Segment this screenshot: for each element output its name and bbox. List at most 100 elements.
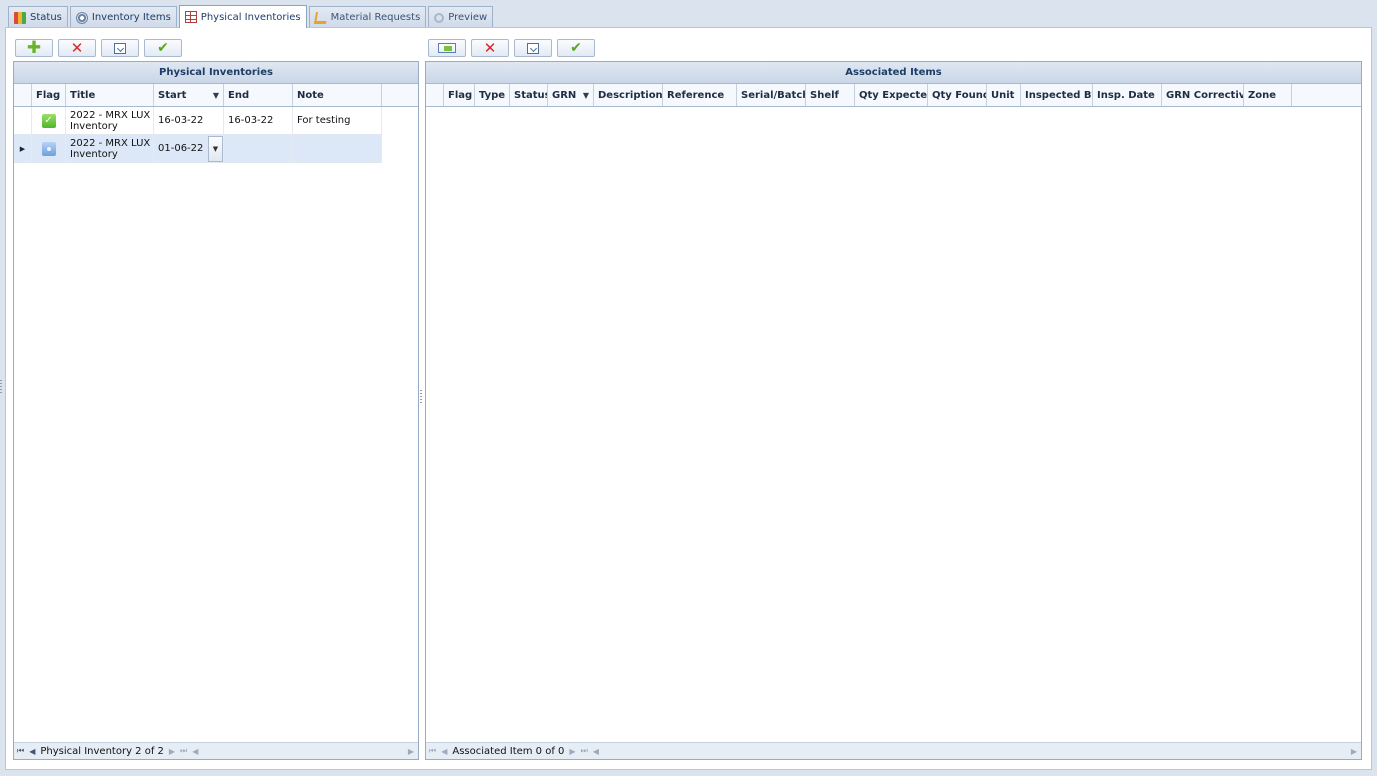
- title-cell[interactable]: 2022 - MRX LUX Inventory: [66, 135, 154, 162]
- navigator-text: Physical Inventory 2 of 2: [40, 745, 164, 757]
- sort-descending-icon: ▼: [582, 90, 589, 100]
- column-header-title[interactable]: Title: [66, 84, 154, 106]
- grid-header: Flag Type Status GRN ▼ Description Refer…: [426, 84, 1361, 107]
- column-header-insp-date[interactable]: Insp. Date: [1093, 84, 1162, 106]
- column-header-serial-batch[interactable]: Serial/Batch: [737, 84, 806, 106]
- next-record-icon[interactable]: ▶: [569, 747, 575, 756]
- grid-caption: Physical Inventories: [14, 62, 418, 84]
- add-button[interactable]: ✚: [15, 39, 53, 57]
- import-icon: [438, 43, 456, 53]
- chevron-down-icon: ▼: [212, 144, 219, 153]
- column-header-shelf[interactable]: Shelf: [806, 84, 855, 106]
- column-header-type[interactable]: Type: [475, 84, 510, 106]
- cart-icon: [313, 11, 328, 24]
- column-header-end[interactable]: End: [224, 84, 293, 106]
- tab-label: Preview: [448, 12, 488, 23]
- column-header-start[interactable]: Start ▼: [154, 84, 224, 106]
- current-row-arrow-icon: ▶: [14, 135, 32, 162]
- column-header-label: GRN: [552, 89, 577, 101]
- sort-descending-icon: ▼: [212, 90, 219, 100]
- check-icon: ✔: [157, 40, 169, 56]
- tab-material-requests[interactable]: Material Requests: [308, 6, 427, 28]
- left-splitter-grip[interactable]: [0, 380, 2, 394]
- tab-label: Status: [30, 12, 62, 23]
- column-header-unit[interactable]: Unit: [987, 84, 1021, 106]
- note-cell[interactable]: For testing: [293, 107, 382, 134]
- row-indicator-header: [426, 84, 444, 106]
- date-dropdown-button[interactable]: ▼: [208, 135, 223, 162]
- blue-flag-icon: [41, 141, 56, 156]
- confirm-button[interactable]: ✔: [557, 39, 595, 57]
- column-header-flag[interactable]: Flag: [444, 84, 475, 106]
- grid-icon: [184, 11, 197, 23]
- save-button[interactable]: [514, 39, 552, 57]
- column-header-flag[interactable]: Flag: [32, 84, 66, 106]
- delete-button[interactable]: ✕: [471, 39, 509, 57]
- scroll-right-icon[interactable]: ▶: [408, 747, 414, 756]
- prev-record-icon[interactable]: ◀: [441, 747, 447, 756]
- delete-button[interactable]: ✕: [58, 39, 96, 57]
- scroll-left-icon[interactable]: ◀: [192, 747, 198, 756]
- row-indicator-header: [14, 84, 32, 106]
- table-row[interactable]: ✓ 2022 - MRX LUX Inventory 16-03-22 16-0…: [14, 107, 382, 135]
- save-icon: [114, 42, 126, 54]
- scroll-left-icon[interactable]: ◀: [593, 747, 599, 756]
- gear-icon: [75, 11, 88, 24]
- prev-record-icon[interactable]: ◀: [29, 747, 35, 756]
- note-cell[interactable]: [293, 135, 382, 162]
- save-icon: [527, 42, 539, 54]
- plus-icon: ✚: [26, 37, 42, 58]
- flag-cell[interactable]: ✓: [32, 107, 66, 134]
- tab-label: Inventory Items: [91, 12, 171, 23]
- next-record-icon[interactable]: ▶: [169, 747, 175, 756]
- column-header-label: Start: [158, 89, 187, 101]
- column-header-reference[interactable]: Reference: [663, 84, 737, 106]
- column-header-status[interactable]: Status: [510, 84, 548, 106]
- start-date-value: 01-06-22: [158, 143, 204, 154]
- tab-bar: Status Inventory Items Physical Inventor…: [8, 5, 495, 28]
- delete-icon: ✕: [70, 38, 84, 57]
- status-icon: [14, 11, 26, 24]
- last-record-icon[interactable]: ⏭: [581, 746, 588, 756]
- tab-label: Material Requests: [330, 12, 421, 23]
- column-header-inspected-by[interactable]: Inspected By: [1021, 84, 1093, 106]
- tab-label: Physical Inventories: [200, 11, 301, 23]
- check-icon: ✔: [570, 40, 582, 56]
- first-record-icon[interactable]: ⏮: [429, 746, 436, 756]
- confirm-button[interactable]: ✔: [144, 39, 182, 57]
- tab-status[interactable]: Status: [8, 6, 68, 28]
- import-button[interactable]: [428, 39, 466, 57]
- save-button[interactable]: [101, 39, 139, 57]
- grid-caption: Associated Items: [426, 62, 1361, 84]
- column-header-note[interactable]: Note: [293, 84, 382, 106]
- first-record-icon[interactable]: ⏮: [17, 746, 24, 756]
- record-navigator: ⏮ ◀ Physical Inventory 2 of 2 ▶ ⏭ ◀ ▶: [14, 742, 418, 759]
- column-header-description[interactable]: Description: [594, 84, 663, 106]
- end-cell[interactable]: 16-03-22: [224, 107, 293, 134]
- start-cell-editor[interactable]: 01-06-22 ▼: [154, 135, 224, 162]
- flag-cell[interactable]: [32, 135, 66, 162]
- table-row[interactable]: ▶ 2022 - MRX LUX Inventory 01-06-22 ▼: [14, 135, 382, 163]
- end-cell[interactable]: [224, 135, 293, 162]
- physical-inventories-toolbar: ✚ ✕ ✔: [15, 39, 182, 57]
- associated-items-toolbar: ✕ ✔: [428, 39, 595, 57]
- navigator-text: Associated Item 0 of 0: [452, 745, 565, 757]
- column-header-qty-expected[interactable]: Qty Expected: [855, 84, 928, 106]
- column-header-zone[interactable]: Zone: [1244, 84, 1292, 106]
- column-header-qty-found[interactable]: Qty Found: [928, 84, 987, 106]
- column-header-grn[interactable]: GRN ▼: [548, 84, 594, 106]
- associated-items-grid: Associated Items Flag Type Status GRN ▼ …: [425, 61, 1362, 760]
- last-record-icon[interactable]: ⏭: [180, 746, 187, 756]
- physical-inventories-grid: Physical Inventories Flag Title Start ▼ …: [13, 61, 419, 760]
- scroll-right-icon[interactable]: ▶: [1351, 747, 1357, 756]
- start-cell[interactable]: 16-03-22: [154, 107, 224, 134]
- tab-preview[interactable]: Preview: [428, 6, 494, 28]
- title-cell[interactable]: 2022 - MRX LUX Inventory: [66, 107, 154, 134]
- grid-rows: ✓ 2022 - MRX LUX Inventory 16-03-22 16-0…: [14, 107, 418, 163]
- column-header-grn-corrective[interactable]: GRN Corrective: [1162, 84, 1244, 106]
- tab-inventory-items[interactable]: Inventory Items: [69, 6, 177, 28]
- record-navigator: ⏮ ◀ Associated Item 0 of 0 ▶ ⏭ ◀ ▶: [426, 742, 1361, 759]
- magnifier-icon: [434, 12, 445, 23]
- panel-splitter-grip[interactable]: [420, 390, 422, 404]
- tab-physical-inventories[interactable]: Physical Inventories: [178, 5, 307, 28]
